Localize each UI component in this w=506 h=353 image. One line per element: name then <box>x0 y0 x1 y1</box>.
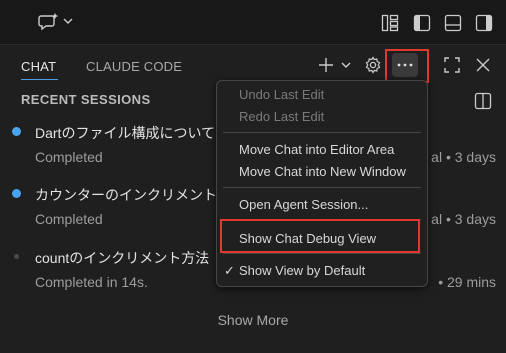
session-title: カウンターのインクリメント <box>35 187 217 203</box>
chat-sparkle-icon[interactable] <box>38 12 60 32</box>
maximize-icon[interactable] <box>444 57 460 73</box>
menu-item-move-chat-new-window[interactable]: Move Chat into New Window <box>239 164 406 179</box>
toggle-secondary-sidebar-icon[interactable] <box>475 14 493 32</box>
menu-separator <box>223 132 421 133</box>
plus-icon[interactable] <box>318 57 334 73</box>
recent-sessions-heading: RECENT SESSIONS <box>21 92 151 107</box>
close-icon[interactable] <box>476 58 490 72</box>
session-meta: al • 3 days <box>431 149 496 165</box>
active-tab-indicator <box>21 79 58 80</box>
session-status-dot <box>12 189 21 198</box>
menu-separator <box>223 253 421 254</box>
toggle-primary-sidebar-icon[interactable] <box>413 14 431 32</box>
tab-chat[interactable]: CHAT <box>21 59 56 74</box>
more-actions-highlight <box>385 49 429 83</box>
sidebar-toggle-icon[interactable] <box>474 92 492 110</box>
session-status: Completed <box>35 149 103 165</box>
session-status: Completed in 14s. <box>35 274 148 290</box>
session-status: Completed <box>35 211 103 227</box>
menu-item-move-chat-editor-area[interactable]: Move Chat into Editor Area <box>239 142 394 157</box>
session-status-dot <box>12 127 21 136</box>
new-chat-chevron-down-icon[interactable] <box>341 61 351 69</box>
session-meta: al • 3 days <box>431 211 496 227</box>
menu-item-show-view-by-default[interactable]: Show View by Default <box>239 263 365 278</box>
session-title: countのインクリメント方法 <box>35 250 210 266</box>
menu-item-redo-last-edit[interactable]: Redo Last Edit <box>239 109 324 124</box>
session-meta: • 29 mins <box>438 274 496 290</box>
more-actions-menu: Undo Last Edit Redo Last Edit Move Chat … <box>216 80 428 287</box>
menu-separator <box>223 187 421 188</box>
checkmark-icon: ✓ <box>224 263 235 278</box>
show-more-link[interactable]: Show More <box>0 312 506 328</box>
toggle-panel-icon[interactable] <box>444 14 462 32</box>
debug-view-highlight <box>220 219 420 253</box>
menu-item-open-agent-session[interactable]: Open Agent Session... <box>239 197 368 212</box>
gear-icon[interactable] <box>364 56 382 74</box>
layout-customize-icon[interactable] <box>381 14 399 32</box>
menu-item-undo-last-edit[interactable]: Undo Last Edit <box>239 87 324 102</box>
session-title: Dartのファイル構成について <box>35 125 216 141</box>
tab-claude-code[interactable]: CLAUDE CODE <box>86 59 182 74</box>
chevron-down-icon[interactable] <box>63 17 73 25</box>
session-status-dot <box>14 254 19 259</box>
